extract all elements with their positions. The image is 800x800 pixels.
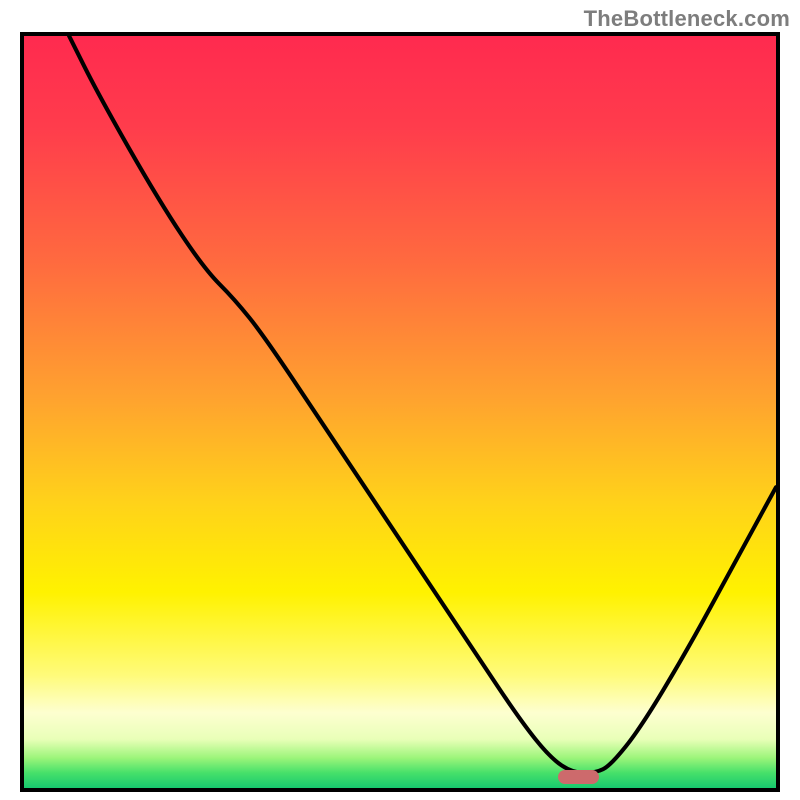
bottleneck-curve xyxy=(24,36,776,788)
optimal-range-marker xyxy=(558,770,599,784)
chart-plot-area xyxy=(20,32,780,792)
watermark-text: TheBottleneck.com xyxy=(584,6,790,32)
